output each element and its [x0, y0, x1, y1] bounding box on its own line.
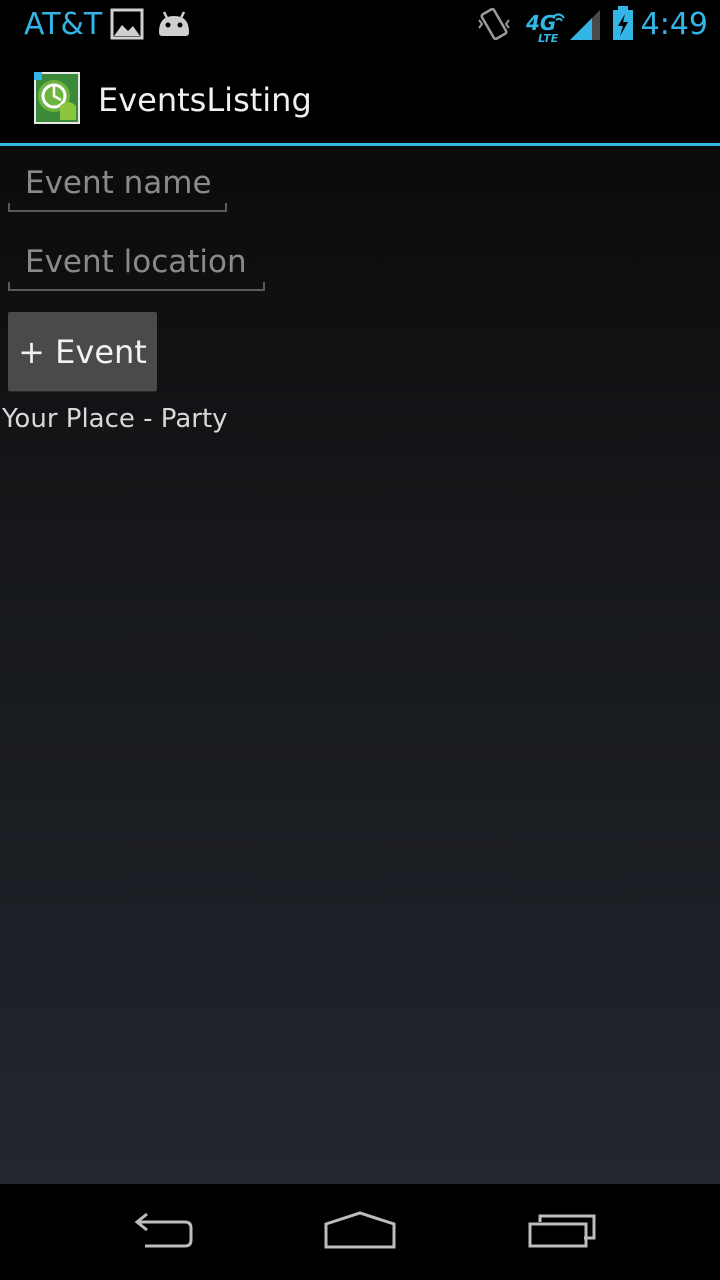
- list-item: Your Place - Party: [2, 404, 228, 434]
- android-icon: [155, 8, 193, 44]
- battery-charging-icon: [611, 6, 635, 46]
- event-name-field: [8, 158, 227, 212]
- back-button[interactable]: [100, 1202, 220, 1262]
- back-icon: [125, 1210, 195, 1254]
- status-bar: AT&T 4G LTE 4:49: [0, 0, 720, 50]
- home-button[interactable]: [300, 1202, 420, 1262]
- event-location-field: [8, 237, 265, 291]
- screen: AT&T 4G LTE 4:49 EventsListing Event nam…: [0, 0, 720, 1280]
- event-name-input[interactable]: [8, 158, 227, 208]
- app-title: EventsListing: [98, 81, 312, 119]
- nav-bar: [0, 1184, 720, 1280]
- svg-text:LTE: LTE: [538, 32, 559, 44]
- 4g-lte-icon: 4G LTE: [524, 6, 566, 48]
- action-bar: EventsListing: [0, 50, 720, 146]
- event-location-input[interactable]: [8, 237, 265, 287]
- content-area: + Event Your Place - Party: [0, 146, 720, 1184]
- carrier-label: AT&T: [24, 7, 103, 42]
- image-icon: [110, 8, 144, 44]
- add-event-button[interactable]: + Event: [8, 312, 157, 391]
- signal-icon: [568, 8, 602, 46]
- home-icon: [322, 1210, 398, 1254]
- app-launcher-icon[interactable]: [34, 72, 80, 124]
- recent-apps-button[interactable]: [502, 1202, 622, 1262]
- clock: 4:49: [640, 7, 708, 42]
- vibrate-icon: [476, 6, 512, 48]
- recent-apps-icon: [526, 1210, 598, 1254]
